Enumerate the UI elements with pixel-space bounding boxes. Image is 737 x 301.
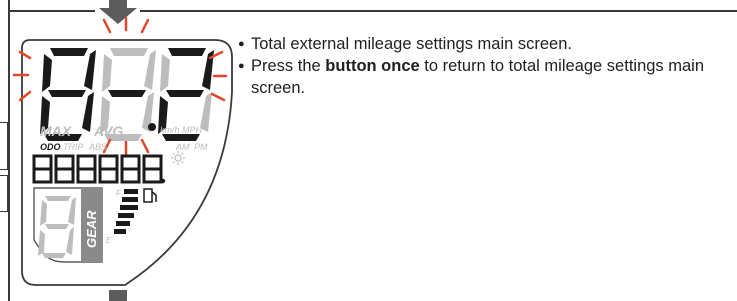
label-am: AM bbox=[175, 142, 190, 152]
label-max: MAX bbox=[40, 123, 73, 139]
label-odo: ODO bbox=[40, 142, 61, 152]
label-pm: PM bbox=[194, 142, 208, 152]
label-speed-unit: km/h MPH bbox=[160, 125, 203, 135]
instruction-1: Total external mileage settings main scr… bbox=[238, 33, 718, 55]
label-abs: ABS bbox=[88, 142, 107, 152]
label-gear: GEAR bbox=[84, 210, 99, 248]
label-fuel-empty: E bbox=[106, 236, 112, 245]
label-trip: TRIP bbox=[63, 142, 84, 152]
down-arrow-icon bbox=[109, 290, 127, 301]
instruction-2-bold: button once bbox=[325, 57, 420, 75]
label-avg: AVG bbox=[93, 123, 123, 139]
instruction-2: Press the button once to return to total… bbox=[238, 55, 718, 99]
instructions: Total external mileage settings main scr… bbox=[238, 33, 718, 99]
